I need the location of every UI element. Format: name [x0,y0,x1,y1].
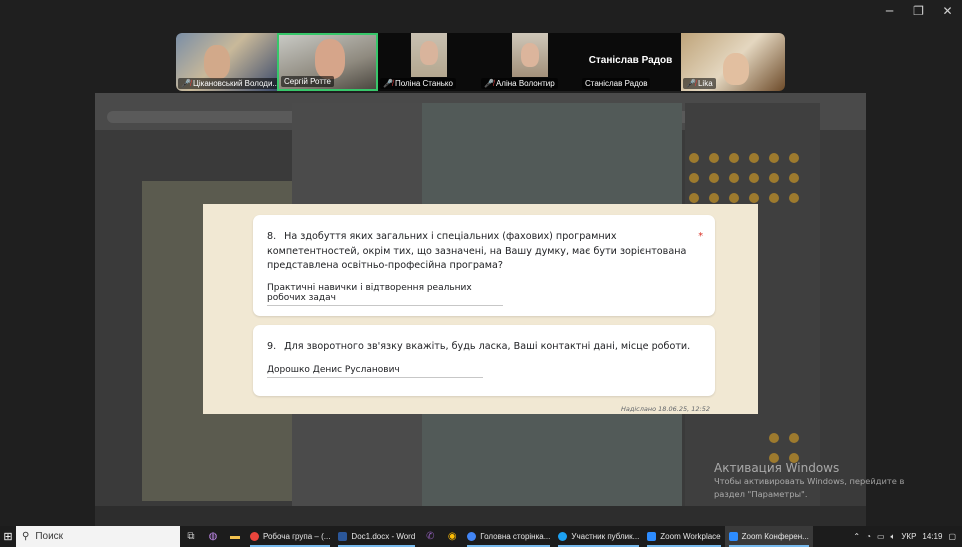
windows-start-icon[interactable]: ⊞ [0,526,16,547]
question-card-8: 8. На здобуття яких загальних і спеціальн… [253,215,715,316]
participant-label: Сергій Ротте [281,76,335,87]
window-controls: ─ ❐ ✕ [875,0,962,22]
answer-text: Практичні навички і відтворення реальних… [267,283,503,306]
shared-taskbar [95,506,866,528]
taskbar-app-chrome-home[interactable]: Головна сторінка... [463,526,554,547]
mic-muted-icon: 🎤̸ [181,79,191,88]
sent-timestamp: Надіслано 18.06.25, 12:52 [621,405,710,413]
task-view-icon[interactable]: ⧉ [180,526,202,547]
windows-activation-watermark: Активация Windows Чтобы активировать Win… [714,461,905,499]
network-icon[interactable]: ◔ [866,532,871,541]
question-text: 9. Для зворотного зв'язку вкажіть, будь л… [267,341,691,352]
system-tray: ⌃ ◔ ▭ 🔈︎ УКР 14:19 ▢ [853,526,962,547]
participant-tile[interactable]: 🎤̸ Поліна Станько [378,33,479,91]
required-asterisk: * [698,231,703,242]
copilot-icon[interactable]: ◍ [202,526,224,547]
viber-icon[interactable]: ✆ [419,526,441,547]
answer-text: Дорошко Денис Русланович [267,365,483,378]
chrome-icon[interactable]: ◉ [441,526,463,547]
volume-icon[interactable]: 🔈︎ [891,532,896,542]
participant-big-name: Станіслав Радов [588,55,673,66]
search-icon: ⚲ [22,531,30,542]
windows-taskbar: ⊞ ⚲ Поиск ⧉ ◍ ▬ Робоча група – (... Doc1… [0,526,962,547]
taskbar-app-zoom-meeting[interactable]: Zoom Конферен... [724,526,813,547]
taskbar-search-box[interactable]: ⚲ Поиск [16,526,180,547]
participant-label: 🎤̸ Цікановський Володи... [178,78,277,89]
taskbar-app-zoom-workplace[interactable]: Zoom Workplace [643,526,724,547]
participant-strip: 🎤̸ Цікановський Володи... Сергій Ротте 🎤… [176,33,785,91]
participant-label: 🎤̸ Аліна Волонтир [481,78,558,89]
question-text: 8. На здобуття яких загальних і спеціальн… [267,231,703,271]
chevron-up-icon[interactable]: ⌃ [853,532,860,541]
participant-tile[interactable]: Станіслав Радов Станіслав Радов [580,33,681,91]
participant-tile-active-speaker[interactable]: Сергій Ротте [277,33,378,91]
participant-tile[interactable]: 🎤̸ Lika [681,33,785,91]
mic-muted-icon: 🎤̸ [383,79,393,88]
form-response-view: 8. На здобуття яких загальних і спеціальн… [203,204,758,414]
minimize-button[interactable]: ─ [875,0,904,22]
participant-label: 🎤̸ Поліна Станько [380,78,456,89]
participant-label: Станіслав Радов [582,78,651,89]
clock[interactable]: 14:19 [922,532,942,541]
mic-muted-icon: 🎤̸ [686,79,696,88]
participant-tile[interactable]: 🎤̸ Аліна Волонтир [479,33,580,91]
battery-icon[interactable]: ▭ [877,532,885,541]
close-button[interactable]: ✕ [933,0,962,22]
question-card-9: 9. Для зворотного зв'язку вкажіть, будь л… [253,325,715,396]
restore-button[interactable]: ❐ [904,0,933,22]
notifications-icon[interactable]: ▢ [948,532,956,541]
taskbar-app-word[interactable]: Doc1.docx - Word [334,526,419,547]
taskbar-app-chrome-robocha[interactable]: Робоча група – (... [246,526,334,547]
file-explorer-icon[interactable]: ▬ [224,526,246,547]
mic-muted-icon: 🎤̸ [484,79,494,88]
taskbar-app-edge[interactable]: Участник публик... [554,526,643,547]
participant-label: 🎤̸ Lika [683,78,716,89]
participant-tile[interactable]: 🎤̸ Цікановський Володи... [176,33,277,91]
language-indicator[interactable]: УКР [901,532,916,541]
